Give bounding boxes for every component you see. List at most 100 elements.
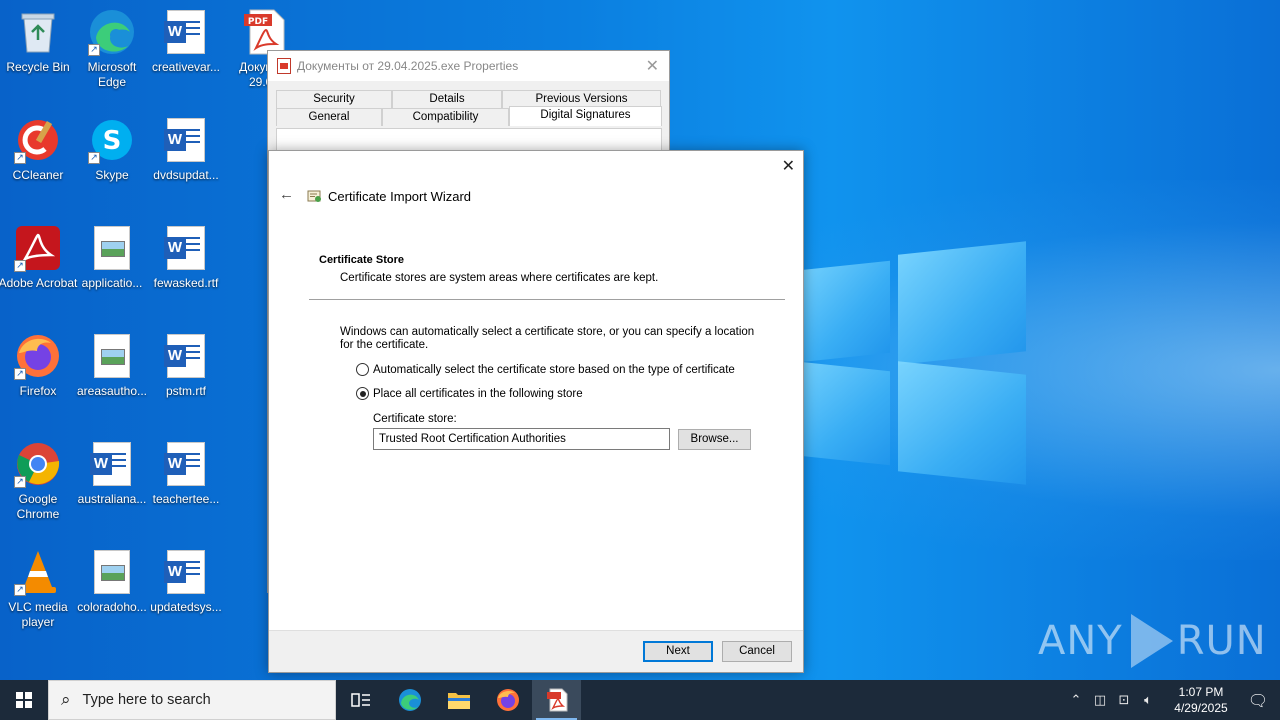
close-icon[interactable]: ✕ [646,56,659,75]
task-view-icon [350,693,370,707]
desktop-icon-updatedsys[interactable]: W updatedsys... [148,542,224,642]
tab-details[interactable]: Details [392,90,502,108]
windows-icon [16,692,32,708]
word-doc-icon: W [162,548,210,596]
radio-label: Automatically select the certificate sto… [373,363,735,376]
radio-button-selected[interactable] [356,387,369,400]
desktop-icon-ccleaner[interactable]: ↗ CCleaner [0,110,76,210]
search-placeholder: Type here to search [82,692,211,708]
pdf-icon [277,58,291,74]
desktop-icon-creativevar[interactable]: W creativevar... [148,2,224,102]
svg-text:S: S [103,126,122,156]
radio-auto-select[interactable]: Automatically select the certificate sto… [356,363,735,376]
desktop-icon-label: VLC media player [8,600,68,629]
desktop-icon-recycle-bin[interactable]: Recycle Bin [0,2,76,102]
desktop-icon-label: Recycle Bin [6,60,70,74]
firefox-icon: ↗ [14,332,62,380]
chevron-up-icon[interactable]: ⌃ [1064,693,1088,708]
desktop-icon-teachertee[interactable]: W teachertee... [148,434,224,534]
taskbar-firefox[interactable] [483,680,532,720]
radio-place-in-store[interactable]: Place all certificates in the following … [356,387,583,400]
clock[interactable]: 1:07 PM 4/29/2025 [1166,684,1236,716]
file-explorer-icon [447,693,470,709]
word-doc-icon: W [88,440,136,488]
desktop-icon-label: Adobe Acrobat [0,276,78,290]
play-icon [1130,614,1173,668]
browse-button[interactable]: Browse... [678,429,751,450]
start-button[interactable] [0,680,48,720]
image-file-icon [88,224,136,272]
desktop-icon-areasautho[interactable]: areasautho... [74,326,150,426]
edge-icon [398,689,421,711]
properties-title: Документы от 29.04.2025.exe Properties [297,59,519,73]
svg-text:PDF: PDF [248,17,268,27]
intro-text: Windows can automatically select a certi… [340,326,755,351]
desktop-icon-microsoft-edge[interactable]: ↗ Microsoft Edge [74,2,150,102]
taskbar: ⌕ Type here to search ⌃ ◫ ⊡ 🔈︎ 1:07 PM 4… [0,680,1280,720]
desktop-icon-label: updatedsys... [150,600,222,614]
desktop-icon-label: Microsoft Edge [87,60,137,89]
image-file-icon [88,548,136,596]
cancel-button[interactable]: Cancel [722,641,792,662]
task-view-button[interactable] [336,680,385,720]
desktop-icon-applicatio[interactable]: applicatio... [74,218,150,318]
desktop-icon-australiana[interactable]: W australiana... [74,434,150,534]
watermark-text-right: RUN [1176,618,1267,664]
windows-wallpaper-logo [790,238,1030,485]
recycle-bin-icon [14,8,62,56]
section-title: Certificate Store [319,254,404,266]
notification-icon[interactable]: 🗨︎ [1236,691,1280,710]
clock-time: 1:07 PM [1178,685,1224,699]
desktop-icon-adobe-acrobat[interactable]: ↗ Adobe Acrobat [0,218,78,318]
desktop-icon-label: Firefox [19,384,57,398]
taskbar-edge[interactable] [385,680,434,720]
pdf-icon: PDF [240,8,288,56]
desktop-icon-label: dvdsupdat... [153,168,219,182]
certificate-store-field[interactable]: Trusted Root Certification Authorities [373,428,670,450]
word-doc-icon: W [162,332,210,380]
desktop-icon-skype[interactable]: S ↗ Skype [74,110,150,210]
taskbar-file-explorer[interactable] [434,680,483,720]
next-button[interactable]: Next [643,641,713,662]
desktop-icon-label: Skype [95,168,129,182]
tab-digital-signatures[interactable]: Digital Signatures [509,106,662,126]
firefox-icon [496,689,519,711]
desktop-icon-firefox[interactable]: ↗ Firefox [0,326,76,426]
tab-security[interactable]: Security [276,90,392,108]
system-tray: ⌃ ◫ ⊡ 🔈︎ 1:07 PM 4/29/2025 🗨︎ [1064,680,1280,720]
back-arrow-icon[interactable]: ← [279,186,294,203]
anyrun-watermark: ANY RUN [1038,610,1267,672]
taskbar-pdf-app[interactable] [532,680,581,720]
word-doc-icon: W [162,8,210,56]
desktop-icon-label: Google Chrome [16,492,60,521]
vlc-icon: ↗ [14,548,62,596]
desktop-icon-coloradoho[interactable]: coloradoho... [74,542,150,642]
desktop-icon-google-chrome[interactable]: ↗ Google Chrome [0,434,76,534]
desktop-icon-dvdsupdat[interactable]: W dvdsupdat... [148,110,224,210]
tab-compatibility[interactable]: Compatibility [382,108,509,126]
section-description: Certificate stores are system areas wher… [340,272,659,284]
radio-button[interactable] [356,363,369,376]
pdf-icon [546,688,567,712]
desktop-icon-pstm[interactable]: W pstm.rtf [148,326,224,426]
taskbar-search-box[interactable]: ⌕ Type here to search [48,680,336,720]
edge-icon: ↗ [88,8,136,56]
volume-icon[interactable]: 🔈︎ [1136,693,1160,708]
word-doc-icon: W [162,440,210,488]
close-icon[interactable]: ✕ [782,156,795,176]
desktop-icon-label: pstm.rtf [165,384,206,398]
network-icon[interactable]: ⊡ [1112,693,1136,708]
tab-general[interactable]: General [276,108,382,126]
certificate-import-wizard: ✕ ← Certificate Import Wizard Certificat… [268,150,804,673]
desktop-icon-label: areasautho... [76,384,148,398]
ccleaner-icon: ↗ [14,116,62,164]
desktop-icon-label: australiana... [77,492,147,506]
desktop-icon-fewasked[interactable]: W fewasked.rtf [148,218,224,318]
certificate-icon [307,188,323,204]
meet-now-icon[interactable]: ◫ [1088,693,1112,708]
desktop-icon-label: creativevar... [151,60,221,74]
properties-tabs-row2: General Compatibility Digital Signatures [276,106,662,126]
image-file-icon [88,332,136,380]
desktop-icon-label: teachertee... [152,492,220,506]
desktop-icon-vlc[interactable]: ↗ VLC media player [0,542,76,642]
